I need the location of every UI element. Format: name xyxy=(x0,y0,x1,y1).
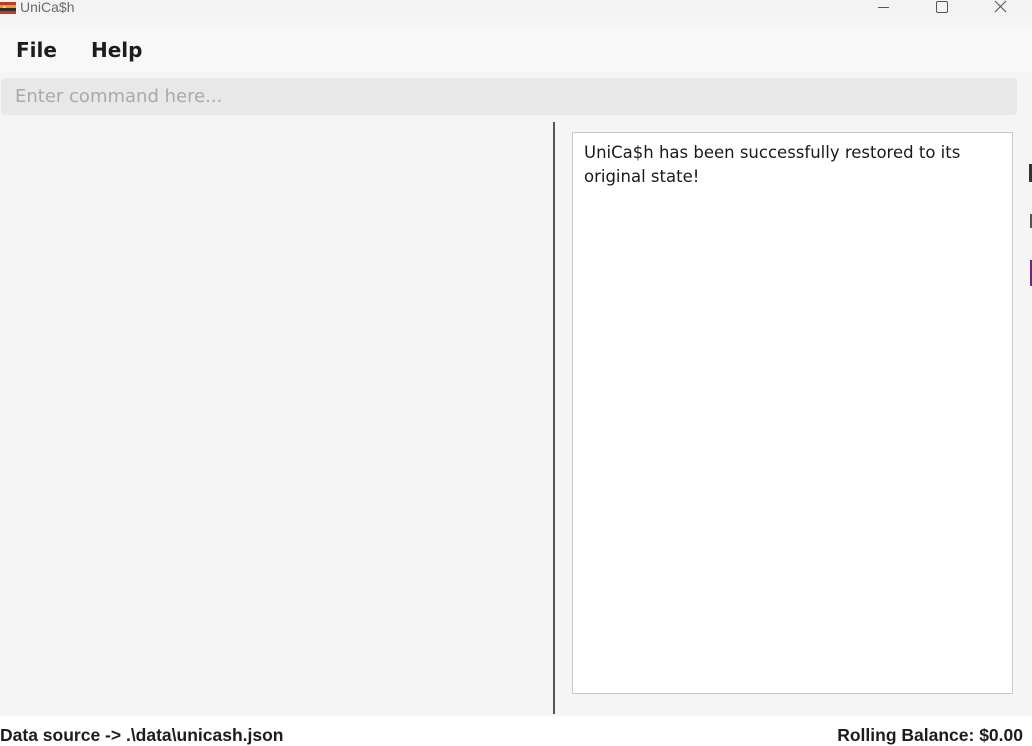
result-display[interactable]: UniCa$h has been successfully restored t… xyxy=(572,132,1013,694)
data-source-label: Data source -> .\data\unicash.json xyxy=(0,725,284,745)
unicash-app-icon xyxy=(0,0,16,16)
maximize-icon[interactable] xyxy=(918,0,964,16)
menu-bar: File Help xyxy=(0,26,1032,72)
menu-file[interactable]: File xyxy=(16,38,57,62)
list-panel xyxy=(0,122,553,714)
unicash-window: UniCa$h File Help UniCa$h has been succe… xyxy=(0,0,1032,746)
minimize-icon[interactable] xyxy=(860,0,906,16)
command-input[interactable] xyxy=(1,78,1017,115)
title-bar[interactable]: UniCa$h xyxy=(0,0,1032,16)
close-icon[interactable] xyxy=(977,0,1023,16)
status-bar: Data source -> .\data\unicash.json Rolli… xyxy=(0,716,1032,746)
window-title: UniCa$h xyxy=(20,0,75,15)
menu-help[interactable]: Help xyxy=(91,38,142,62)
rolling-balance-label: Rolling Balance: $0.00 xyxy=(837,725,1023,745)
